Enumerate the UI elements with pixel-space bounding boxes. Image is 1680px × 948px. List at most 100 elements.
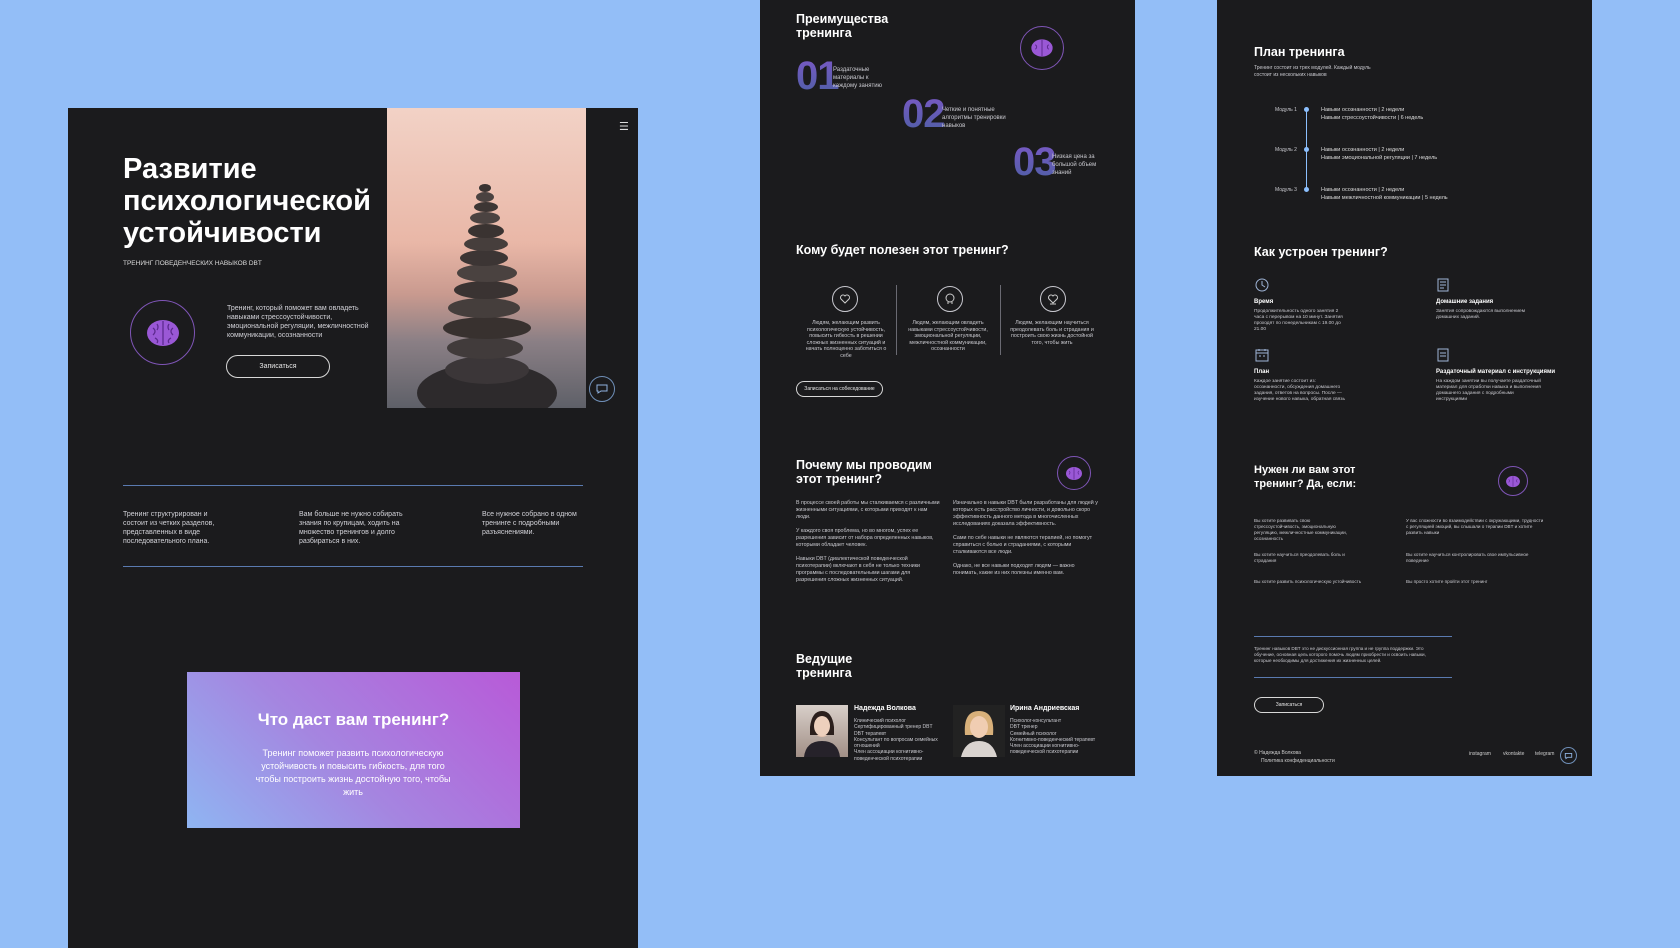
details-page: Преимущества тренинга 01 Раздаточные мат… (760, 0, 1135, 776)
hero-description: Тренинг, который поможет вам овладеть на… (227, 305, 369, 339)
need-title: Нужен ли вам этот тренинг? Да, если: (1254, 464, 1357, 490)
timeline-dot (1304, 107, 1309, 112)
audience-divider-1 (896, 285, 897, 355)
footer-link-telegram[interactable]: telegram (1535, 751, 1554, 757)
clock-icon (1255, 278, 1269, 297)
why-column-1: В процессе своей работы мы сталкиваемся … (796, 500, 941, 584)
hero-subtitle: ТРЕНИНГ ПОВЕДЕНЧЕСКИХ НАВЫКОВ DBT (123, 260, 262, 267)
host-bullets-1: Клинический психолог Сертифицированный т… (854, 718, 942, 762)
why-paragraph: Сами по себе навыки не являются терапией… (953, 535, 1093, 555)
audience-item-1: Людям, желающим развить психологическую … (805, 320, 887, 359)
host-bullets-2: Психолог-консультант DBT тренер Семейный… (1010, 718, 1100, 756)
structure-item-text-1: Продолжительность одного занятия 2 часа … (1254, 309, 1343, 332)
stone-stack-image (417, 184, 557, 423)
why-title: Почему мы проводим этот тренинг? (796, 458, 932, 486)
module-line: Навыки стрессоустойчивости | 6 недель (1321, 115, 1424, 121)
advantage-number-2: 02 (902, 92, 945, 136)
structure-item-text-3: Каждое занятие состоит из: осознанности,… (1254, 379, 1345, 402)
host-photo-1 (796, 705, 848, 757)
module-line: Навыки осознанности | 2 недели (1321, 187, 1405, 193)
structure-item-text-2: Занятия сопровождаются выполнением домаш… (1436, 309, 1525, 320)
interview-signup-button[interactable]: Записаться на собеседование (796, 381, 883, 397)
promo-text: Тренинг поможет развить психологическую … (255, 748, 451, 797)
promo-title: Что даст вам тренинг? (257, 710, 450, 729)
handout-icon (1436, 348, 1450, 367)
plan-subtitle: Тренинг состоит из трех модулей. Каждый … (1254, 65, 1371, 78)
need-item-1: Вы хотите развивать свою стрессоустойчив… (1254, 518, 1347, 541)
feature-2: Вам больше не нужно собирать знания по к… (299, 511, 403, 545)
footer-chat-icon[interactable] (1560, 747, 1577, 764)
why-paragraph: Однако, не все навыки подходят людям — в… (953, 563, 1075, 576)
module-lines-3: Навыки осознанности | 2 недели Навыки ме… (1321, 186, 1448, 202)
advantage-text-3: Низкая цена за большой объем знаний (1052, 154, 1097, 176)
brain-badge-2 (1020, 26, 1064, 70)
host-bullet: Член ассоциации когнитивно-поведенческой… (1010, 743, 1080, 756)
host-name-2: Ирина Андриевская (1010, 705, 1080, 712)
heart-care-icon (1040, 286, 1066, 312)
chat-icon[interactable] (589, 376, 615, 402)
brain-icon (146, 319, 179, 346)
advantage-text-1: Раздаточные материалы к каждому занятию (833, 67, 883, 89)
host-name-1: Надежда Волкова (854, 705, 916, 712)
footer-policy[interactable]: Политика конфиденциальности (1261, 758, 1335, 764)
module-line: Навыки межличностной коммуникации | 5 не… (1321, 195, 1448, 201)
brain-icon (1031, 39, 1053, 57)
footer-link-vkontakte[interactable]: vkontakte (1503, 751, 1524, 757)
host-bullet: Консультант по вопросам семейных отношен… (854, 736, 938, 750)
structure-title: Как устроен тренинг? (1254, 245, 1388, 259)
timeline-dot (1304, 187, 1309, 192)
why-paragraph: Изначально в навыки DBT были разработаны… (953, 500, 1098, 527)
footer-link-instagram[interactable]: instagram (1469, 751, 1491, 757)
divider-bottom (123, 566, 583, 567)
why-paragraph: У каждого своя проблема, но во многом, у… (796, 528, 934, 548)
audience-title: Кому будет полезен этот тренинг? (796, 243, 1009, 257)
need-item-3: Вы хотите научиться преодолевать боль и … (1254, 552, 1345, 563)
need-signup-label: Записаться (1275, 702, 1303, 708)
hosts-title: Ведущие тренинга (796, 652, 853, 680)
brain-badge-4 (1498, 466, 1528, 496)
signup-button[interactable]: Записаться (226, 355, 330, 378)
heart-hands-icon (832, 286, 858, 312)
plan-page: План тренинга Тренинг состоит из трех мо… (1217, 0, 1592, 776)
need-item-2: У вас сложности во взаимодействии с окру… (1406, 518, 1544, 535)
chat-bubble-icon (1564, 752, 1573, 759)
feature-1: Тренинг структурирован и состоит из четк… (123, 511, 215, 545)
footer-copyright: © Надежда Волкова (1254, 750, 1301, 756)
module-lines-1: Навыки осознанности | 2 недели Навыки ст… (1321, 106, 1423, 122)
why-paragraph: Навыки DBT (диалектической поведенческой… (796, 556, 920, 583)
hero-photo (387, 108, 586, 423)
need-item-4: Вы хотите научиться контролировать свое … (1406, 552, 1529, 563)
need-divider-bottom (1254, 677, 1452, 678)
need-signup-button[interactable]: Записаться (1254, 697, 1324, 713)
calendar-icon (1255, 348, 1269, 367)
chat-bubble-icon (596, 384, 608, 394)
host-photo-2 (953, 705, 1005, 757)
structure-item-title-3: План (1254, 369, 1270, 375)
why-column-2: Изначально в навыки DBT были разработаны… (953, 500, 1098, 577)
document-icon (1436, 278, 1450, 297)
brain-badge (130, 300, 195, 365)
why-paragraph: В процессе своей работы мы сталкиваемся … (796, 500, 940, 520)
advantage-number-3: 03 (1013, 140, 1056, 184)
need-divider-top (1254, 636, 1452, 637)
structure-item-text-4: На каждом занятии вы получаете раздаточн… (1436, 379, 1541, 402)
audience-item-2: Людям, желающим овладеть навыками стресс… (908, 320, 988, 352)
advantages-title: Преимущества тренинга (796, 12, 889, 40)
hero-page: ☰ Развитие психологической устойчивости … (68, 108, 638, 948)
menu-icon[interactable]: ☰ (619, 120, 629, 133)
host-bullet: Сертифицированный тренер DBT (854, 724, 933, 731)
brain-badge-3 (1057, 456, 1091, 490)
module-line: Навыки осознанности | 2 недели (1321, 107, 1405, 113)
structure-item-title-2: Домашние задания (1436, 299, 1494, 305)
audience-divider-2 (1000, 285, 1001, 355)
brain-icon (1066, 466, 1082, 480)
brain-icon (1506, 475, 1520, 487)
advantage-text-2: Четкие и понятные алгоритмы тренировки н… (942, 107, 1006, 129)
signup-button-label: Записаться (259, 363, 297, 370)
timeline-dot (1304, 147, 1309, 152)
structure-item-title-4: Раздаточный материал с инструкциями (1436, 369, 1556, 375)
need-item-5: Вы хотите развить психологическую устойч… (1254, 579, 1362, 584)
module-line: Навыки эмоциональной регуляции | 7 недел… (1321, 155, 1438, 161)
need-item-6: Вы просто хотите пройти этот тренинг (1406, 579, 1488, 584)
divider-top (123, 485, 583, 486)
